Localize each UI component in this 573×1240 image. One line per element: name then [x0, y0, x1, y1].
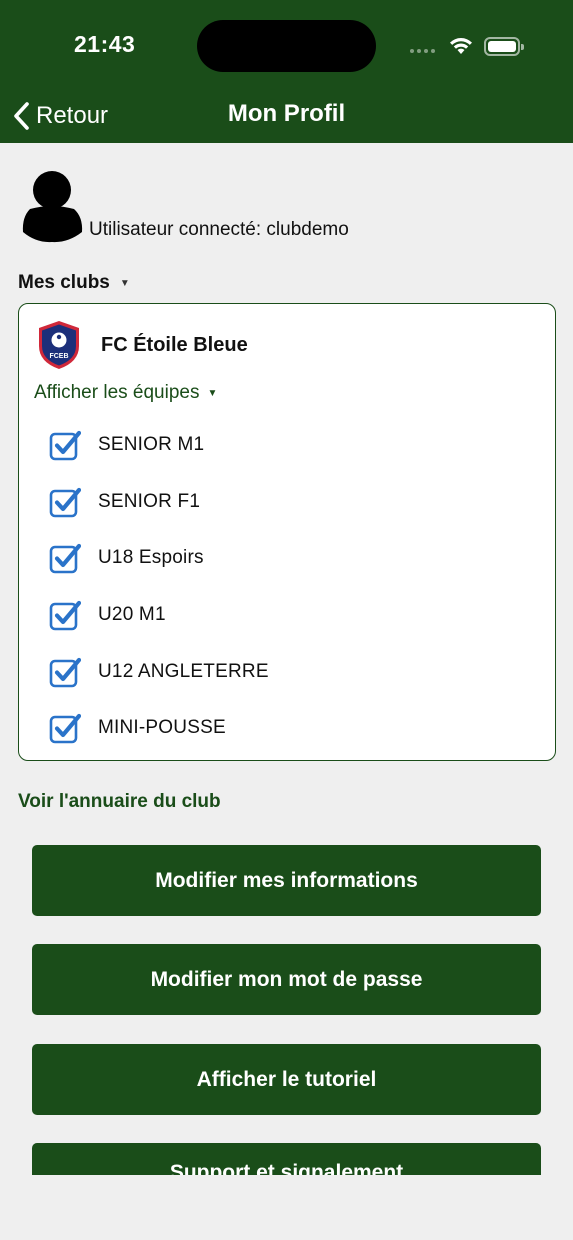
- team-row-u12-angleterre[interactable]: U12 ANGLETERRE: [49, 643, 269, 700]
- show-teams-label: Afficher les équipes: [34, 382, 200, 403]
- show-tutorial-button[interactable]: Afficher le tutoriel: [32, 1044, 541, 1115]
- checkbox-checked-icon[interactable]: [49, 429, 81, 461]
- team-row-u18-espoirs[interactable]: U18 Espoirs: [49, 530, 269, 587]
- show-teams-toggle[interactable]: Afficher les équipes ▼: [34, 382, 217, 404]
- support-button[interactable]: Support et signalement: [32, 1143, 541, 1175]
- team-name: U20 M1: [98, 604, 166, 626]
- connected-user-text: Utilisateur connecté: clubdemo: [89, 219, 349, 240]
- wifi-icon: [450, 38, 472, 54]
- club-logo-text: FCEB: [49, 353, 68, 360]
- team-row-u20-m1[interactable]: U20 M1: [49, 587, 269, 644]
- my-clubs-toggle[interactable]: Mes clubs ▼: [18, 272, 130, 294]
- team-row-mini-pousse[interactable]: MINI-POUSSE: [49, 700, 269, 757]
- club-header: FCEB FC Étoile Bleue: [36, 320, 248, 370]
- caret-down-icon: ▼: [207, 387, 218, 399]
- team-row-senior-f1[interactable]: SENIOR F1: [49, 474, 269, 531]
- club-card: FCEB FC Étoile Bleue Afficher les équipe…: [18, 303, 556, 761]
- user-silhouette-icon: [22, 171, 83, 243]
- club-logo: FCEB: [39, 321, 79, 369]
- bottom-safe-area: [0, 1175, 573, 1240]
- status-time: 21:43: [74, 31, 136, 57]
- checkbox-checked-icon[interactable]: [49, 486, 81, 518]
- team-name: SENIOR M1: [98, 434, 205, 456]
- caret-down-icon: ▼: [119, 277, 130, 289]
- edit-password-button[interactable]: Modifier mon mot de passe: [32, 944, 541, 1015]
- club-name: FC Étoile Bleue: [101, 333, 248, 356]
- edit-info-button[interactable]: Modifier mes informations: [32, 845, 541, 916]
- team-name: U12 ANGLETERRE: [98, 660, 269, 682]
- club-directory-link[interactable]: Voir l'annuaire du club: [18, 791, 221, 813]
- page-title: Mon Profil: [227, 100, 346, 127]
- my-clubs-label: Mes clubs: [18, 272, 110, 293]
- team-row-senior-m1[interactable]: SENIOR M1: [49, 417, 269, 474]
- cellular-signal-icon: [410, 49, 435, 53]
- checkbox-checked-icon[interactable]: [49, 542, 81, 574]
- user-info: Utilisateur connecté: clubdemo: [22, 170, 349, 243]
- app-header: 21:43 Retour Mon Profil: [0, 0, 573, 143]
- checkbox-checked-icon[interactable]: [49, 656, 81, 688]
- checkbox-checked-icon[interactable]: [49, 712, 81, 744]
- scroll-clip: Support et signalement: [0, 1143, 573, 1175]
- team-name: SENIOR F1: [98, 490, 201, 512]
- team-name: U18 Espoirs: [98, 547, 204, 569]
- team-list: SENIOR M1 SENIOR F1 U18 Espoirs U20 M1 U…: [49, 417, 269, 757]
- checkbox-checked-icon[interactable]: [49, 599, 81, 631]
- battery-icon: [484, 37, 524, 56]
- team-name: MINI-POUSSE: [98, 717, 226, 739]
- dynamic-island: [197, 20, 376, 72]
